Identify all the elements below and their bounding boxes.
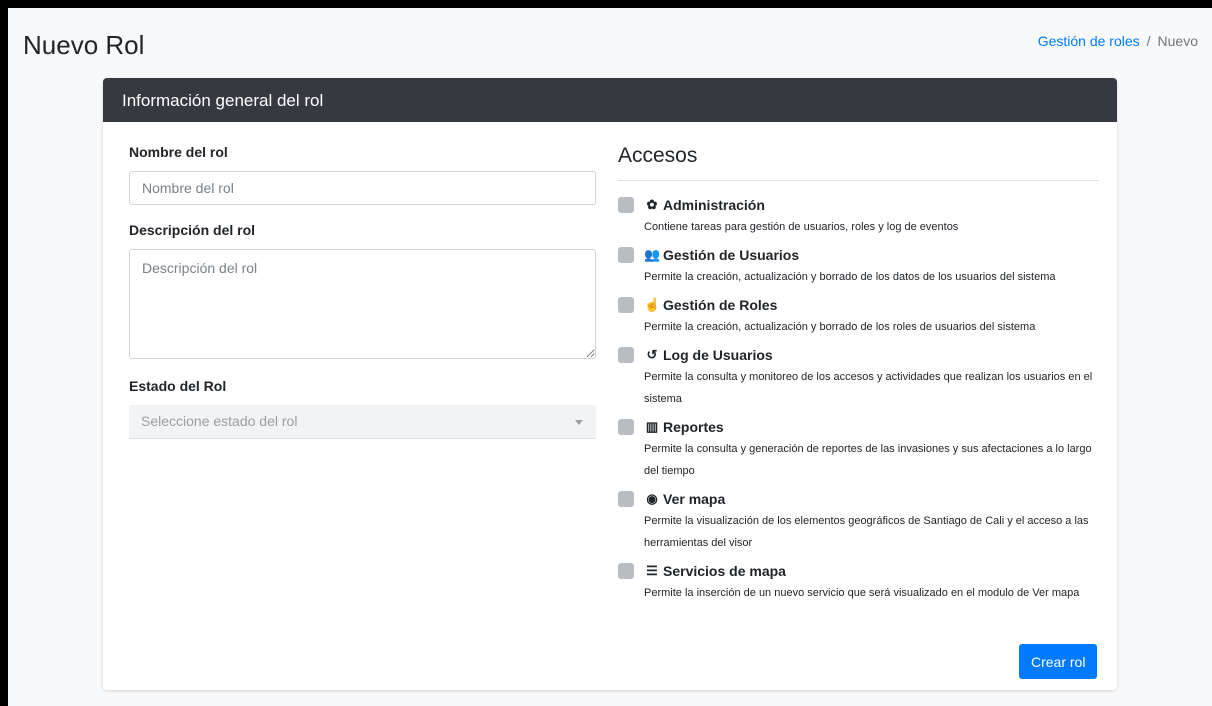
access-item-label: Gestión de Roles xyxy=(663,297,778,313)
gear-icon: ✿ xyxy=(646,197,658,212)
caret-down-icon xyxy=(575,420,583,425)
globe-icon: ◉ xyxy=(646,491,658,506)
general-info-column: Nombre del rol Descripción del rol Estad… xyxy=(129,144,596,439)
access-item-header: ◉ Ver mapa xyxy=(644,489,1099,509)
access-item-description: Permite la consulta y monitoreo de los a… xyxy=(644,371,1093,405)
breadcrumb: Gestión de roles / Nuevo xyxy=(1038,33,1198,49)
role-form-card: Información general del rol Nombre del r… xyxy=(103,78,1117,690)
access-item-administracion: ✿ Administración Contiene tareas para ge… xyxy=(618,195,1099,238)
users-icon: 👥 xyxy=(644,247,661,262)
access-item-ver-mapa: ◉ Ver mapa Permite la visualización de l… xyxy=(618,489,1099,554)
access-item-description: Permite la inserción de un nuevo servici… xyxy=(644,587,1080,599)
breadcrumb-current: Nuevo xyxy=(1157,33,1198,49)
access-checkbox-servicios-mapa[interactable] xyxy=(618,563,634,579)
role-description-label: Descripción del rol xyxy=(129,222,256,238)
access-title: Accesos xyxy=(618,144,698,167)
role-name-input[interactable] xyxy=(129,171,596,205)
create-role-button[interactable]: Crear rol xyxy=(1019,644,1098,679)
access-checkbox-administracion[interactable] xyxy=(618,197,634,213)
role-status-label: Estado del Rol xyxy=(129,378,227,394)
role-name-label: Nombre del rol xyxy=(129,144,228,160)
access-item-gestion-roles: ☝ Gestión de Roles Permite la creación, … xyxy=(618,295,1099,338)
access-item-description: Permite la creación, actualización y bor… xyxy=(644,321,1036,333)
access-item-description: Contiene tareas para gestión de usuarios… xyxy=(644,221,959,233)
access-item-header: ☰ Servicios de mapa xyxy=(644,561,1099,581)
breadcrumb-separator: / xyxy=(1146,33,1151,49)
access-column: Accesos ✿ Administración Contiene tareas… xyxy=(618,144,1099,611)
access-item-header: ↺ Log de Usuarios xyxy=(644,345,1099,365)
page: Nuevo Rol Gestión de roles / Nuevo Informa… xyxy=(8,8,1212,706)
access-checkbox-reportes[interactable] xyxy=(618,419,634,435)
access-item-gestion-usuarios: 👥 Gestión de Usuarios Permite la creació… xyxy=(618,245,1099,288)
card-header: Información general del rol xyxy=(103,78,1117,122)
access-item-label: Log de Usuarios xyxy=(663,347,773,363)
role-status-select[interactable]: Seleccione estado del rol xyxy=(129,405,596,439)
access-item-log-usuarios: ↺ Log de Usuarios Permite la consulta y … xyxy=(618,345,1099,410)
access-checkbox-gestion-roles[interactable] xyxy=(618,297,634,313)
role-description-textarea[interactable] xyxy=(129,249,596,359)
access-item-label: Reportes xyxy=(663,419,724,435)
page-title: Nuevo Rol xyxy=(23,30,145,60)
access-item-description: Permite la consulta y generación de repo… xyxy=(644,443,1092,477)
server-icon: ☰ xyxy=(646,563,658,578)
access-checkbox-gestion-usuarios[interactable] xyxy=(618,247,634,263)
access-divider xyxy=(618,180,1099,181)
role-status-placeholder: Seleccione estado del rol xyxy=(141,413,298,429)
access-item-label: Gestión de Usuarios xyxy=(663,247,800,263)
access-item-header: ✿ Administración xyxy=(644,195,1099,215)
hand-icon: ☝ xyxy=(644,297,661,312)
access-item-description: Permite la creación, actualización y bor… xyxy=(644,271,1056,283)
access-item-header: ▥ Reportes xyxy=(644,417,1099,437)
access-item-description: Permite la visualización de los elemento… xyxy=(644,515,1089,549)
access-checkbox-log-usuarios[interactable] xyxy=(618,347,634,363)
history-icon: ↺ xyxy=(646,347,658,362)
access-item-label: Administración xyxy=(663,197,765,213)
access-checkbox-ver-mapa[interactable] xyxy=(618,491,634,507)
access-item-servicios-mapa: ☰ Servicios de mapa Permite la inserción… xyxy=(618,561,1099,604)
breadcrumb-link-roles[interactable]: Gestión de roles xyxy=(1038,33,1140,49)
bar-chart-icon: ▥ xyxy=(645,419,659,434)
access-item-header: ☝ Gestión de Roles xyxy=(644,295,1099,315)
access-item-header: 👥 Gestión de Usuarios xyxy=(644,245,1099,265)
access-item-reportes: ▥ Reportes Permite la consulta y generac… xyxy=(618,417,1099,482)
access-item-label: Ver mapa xyxy=(663,491,726,507)
access-item-label: Servicios de mapa xyxy=(663,563,786,579)
